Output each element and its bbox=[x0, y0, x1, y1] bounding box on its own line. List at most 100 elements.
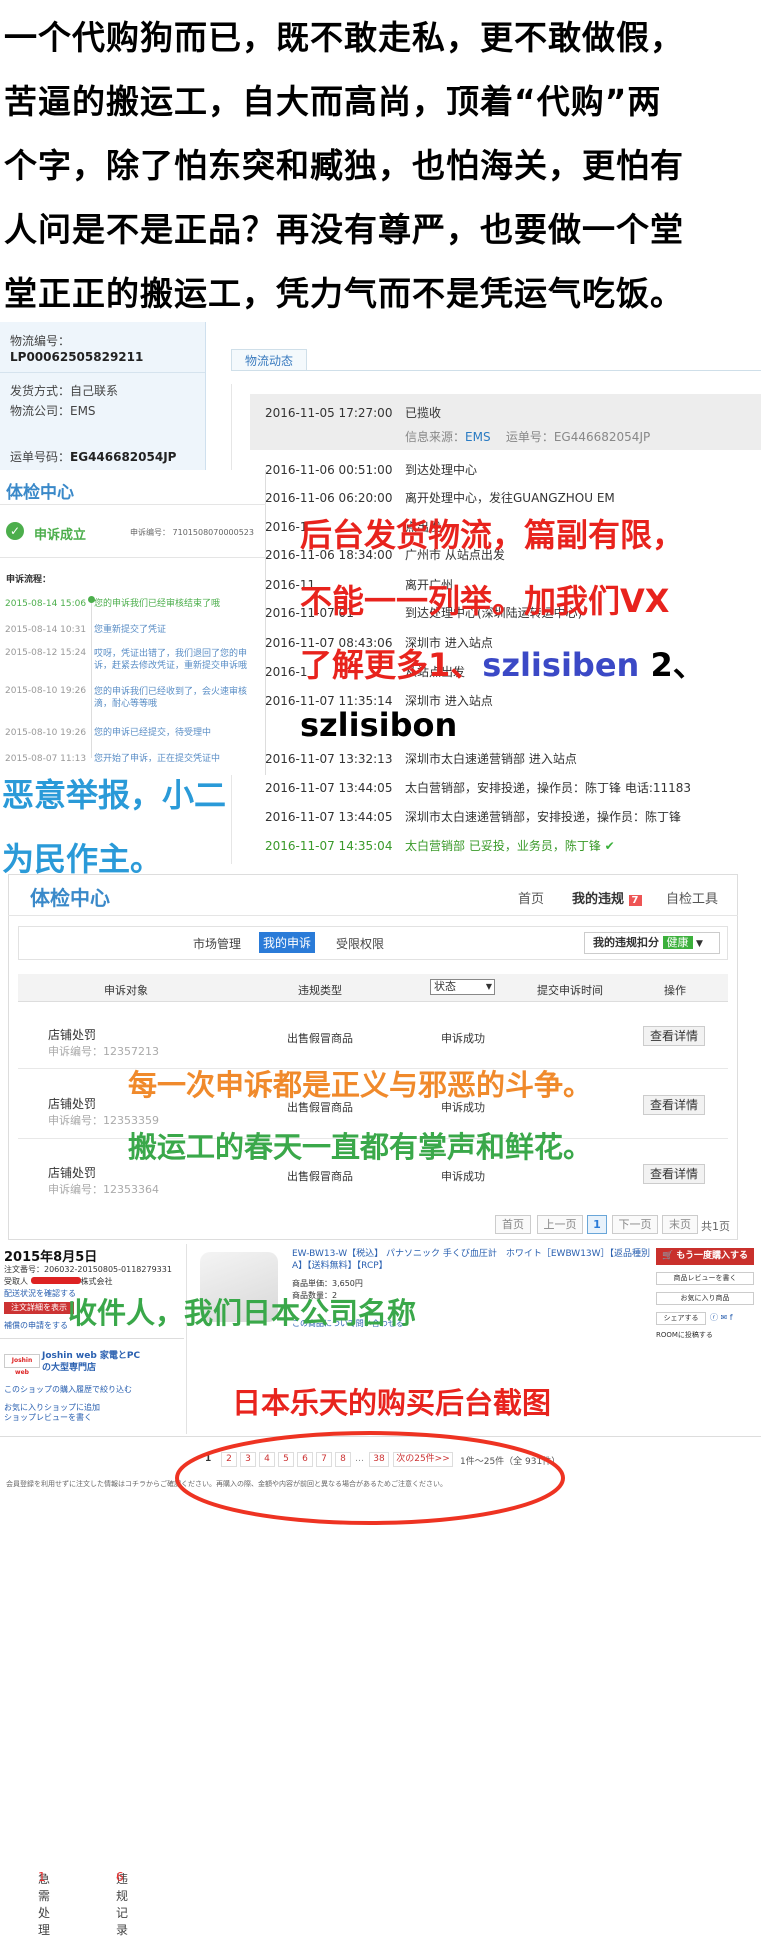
redacted-mark bbox=[30, 1277, 81, 1284]
row-obj: 店铺处罚 bbox=[48, 1028, 97, 1042]
tab-market[interactable]: 市场管理 bbox=[193, 935, 241, 952]
order-no: 注文番号：206032-20150805-0118279331 bbox=[4, 1265, 172, 1274]
appeal-status: 申诉成立 bbox=[34, 528, 87, 543]
timeline-item: 2015-08-14 10:31 您重新提交了凭证 bbox=[5, 625, 167, 635]
intro-line: 堂正正的搬运工，凭力气而不是凭运气吃饭。 bbox=[4, 274, 684, 313]
shop-name-2[interactable]: の大型専門店 bbox=[42, 1360, 96, 1373]
compensation-link[interactable]: 補償の申請をする bbox=[4, 1320, 68, 1331]
row-type: 出售假冒商品 bbox=[287, 1170, 353, 1183]
cart-icon: 🛒 bbox=[661, 1251, 674, 1261]
row-status: 申诉成功 bbox=[441, 1032, 485, 1045]
ship-method: 发货方式：自己联系 bbox=[10, 384, 119, 398]
delivery-link[interactable]: 配送状況を確認する bbox=[4, 1288, 76, 1299]
overlay-blue-1: 恶意举报，小二 bbox=[2, 776, 227, 814]
score-dropdown[interactable]: 我的违规扣分 健康 ▼ bbox=[584, 932, 720, 954]
pager-next[interactable]: 下一页 bbox=[612, 1215, 658, 1234]
pager-last[interactable]: 末页 bbox=[662, 1215, 698, 1234]
overlay-green: 搬运工的春天一直都有掌声和鲜花。 bbox=[128, 1130, 593, 1164]
highlight-ellipse bbox=[175, 1431, 565, 1525]
timeline-item: 2015-08-14 15:06 您的申诉我们已经审核结束了哦 bbox=[5, 599, 221, 609]
pager-total: 共1页 bbox=[701, 1220, 730, 1233]
product-price: 商品単価：3,650円 bbox=[292, 1279, 363, 1288]
view-detail-button[interactable]: 查看详情 bbox=[643, 1164, 705, 1184]
tab-my-appeals[interactable]: 我的申诉 bbox=[259, 932, 316, 953]
nav-violations[interactable]: 我的违规 7 bbox=[572, 888, 642, 907]
status-select[interactable]: 状态 ▼ bbox=[430, 979, 495, 995]
logistics-company: 物流公司：EMS bbox=[10, 404, 96, 418]
chevron-down-icon: ▼ bbox=[485, 982, 492, 991]
timeline-item: 2015-08-10 19:26 您的申诉我们已经收到了，会火速审核滴，耐心等等哦 bbox=[5, 686, 248, 709]
violations-count-badge: 7 bbox=[628, 895, 642, 906]
divider bbox=[8, 915, 738, 916]
tracking-row: 2016-11-05 17:27:00 已揽收 bbox=[265, 406, 442, 420]
overlay-vx2: szlisibon bbox=[300, 706, 458, 744]
nav-home[interactable]: 首页 bbox=[518, 888, 544, 907]
tracking-row-delivered: 2016-11-07 14:35:04 太白营销部 已妥投，业务员，陈丁锋 ✔ bbox=[265, 839, 615, 853]
row-no: 申诉编号：12357213 bbox=[48, 1045, 159, 1058]
row-status: 申诉成功 bbox=[441, 1170, 485, 1183]
chevron-down-icon: ▼ bbox=[696, 939, 703, 949]
intro-line: 一个代购狗而已，既不敢走私，更不敢做假， bbox=[4, 18, 684, 57]
appeal-no: 申诉编号： 7101508070000523 bbox=[130, 528, 254, 537]
divider bbox=[0, 372, 205, 373]
tab-logistics-status[interactable]: 物流动态 bbox=[231, 349, 307, 371]
tab-restricted[interactable]: 受限权限 bbox=[336, 935, 384, 952]
intro-line: 人问是不是正品？再没有尊严，也要做一个堂 bbox=[4, 210, 684, 249]
shop-review-link[interactable]: ショップレビューを書く bbox=[4, 1412, 92, 1423]
tracking-row: 2016-11-07 13:32:13 深圳市太白速递营销部 进入站点 bbox=[265, 752, 577, 766]
waybill-row: 运单号码：EG446682054JP bbox=[10, 448, 176, 465]
divider bbox=[0, 557, 266, 558]
order-detail-button[interactable]: 注文詳細を表示 bbox=[4, 1302, 74, 1314]
pager-first[interactable]: 首页 bbox=[495, 1215, 531, 1234]
product-title[interactable]: EW-BW13-W【税込】 パナソニック 手くび血圧計 ホワイト［EWBW13W… bbox=[292, 1248, 656, 1272]
order-date: 2015年8月5日 bbox=[4, 1250, 98, 1265]
shop-history-link[interactable]: このショップの購入履歴で絞り込む bbox=[4, 1384, 132, 1395]
logistics-no-value: LP00062505829211 bbox=[10, 350, 144, 364]
view-detail-button[interactable]: 查看详情 bbox=[643, 1026, 705, 1046]
tab-underline bbox=[231, 370, 761, 371]
shop-logo: Joshin web bbox=[4, 1354, 40, 1376]
room-button[interactable]: ROOMに投稿する bbox=[656, 1330, 754, 1343]
receiver: 受取人 株式会社 bbox=[4, 1277, 113, 1286]
waybill-label: 运单号码： bbox=[10, 450, 71, 464]
timeline-item: 2015-08-12 15:24 哎呀，凭证出错了，我们退回了您的申诉，赶紧去修改… bbox=[5, 648, 248, 671]
timeline-item: 2015-08-07 11:13 您开始了申诉，正在提交凭证中 bbox=[5, 754, 221, 764]
overlay-red-1: 后台发货物流，篇副有限， bbox=[300, 516, 685, 554]
intro-line: 苦逼的搬运工，自大而高尚，顶着“代购”两 bbox=[4, 82, 662, 121]
row-no: 申诉编号：12353364 bbox=[48, 1183, 159, 1196]
tracking-row: 2016-11-07 13:44:05 太白营销部，安排投递，操作员：陈丁锋 电话… bbox=[265, 781, 692, 795]
success-icon: ✓ bbox=[6, 522, 24, 540]
overlay-green-2: 收件人，我们日本公司名称 bbox=[68, 1296, 417, 1330]
col-time: 提交申诉时间 bbox=[537, 984, 603, 997]
pager-prev[interactable]: 上一页 bbox=[537, 1215, 583, 1234]
timeline-item: 2015-08-10 19:26 您的申诉已经提交，待受理中 bbox=[5, 728, 212, 738]
overlay-red-2: 不能一一列举。加我们VX bbox=[300, 582, 670, 620]
panel2-title: 体检中心 bbox=[30, 886, 110, 910]
write-review-button[interactable]: 商品レビューを書く bbox=[656, 1272, 754, 1285]
col-type: 违规类型 bbox=[298, 984, 342, 997]
view-detail-button[interactable]: 查看详情 bbox=[643, 1095, 705, 1115]
pager-current[interactable]: 1 bbox=[587, 1215, 607, 1234]
row-obj: 店铺处罚 bbox=[48, 1097, 97, 1111]
flow-label: 申诉流程： bbox=[6, 575, 52, 585]
overlay-red-bottom: 日本乐天的购买后台截图 bbox=[232, 1386, 552, 1420]
logistics-no-label: 物流编号： bbox=[10, 334, 71, 348]
logistics-info: 物流编号： LP00062505829211 发货方式：自己联系 物流公司：EM… bbox=[0, 322, 206, 472]
divider bbox=[0, 1338, 184, 1339]
share-button[interactable]: シェアする bbox=[656, 1312, 706, 1325]
social-icons[interactable]: ⓡ ✉ f bbox=[710, 1312, 754, 1325]
favorite-button[interactable]: お気に入り商品 bbox=[656, 1292, 754, 1305]
tracking-row: 2016-11-06 00:51:00 到达处理中心 bbox=[265, 463, 478, 477]
divider bbox=[0, 504, 266, 505]
check-icon: ✔ bbox=[604, 839, 615, 853]
divider bbox=[186, 1244, 187, 1434]
buy-again-button[interactable]: 🛒 もう一度購入する bbox=[656, 1248, 754, 1265]
intro-text: 一个代购狗而已，既不敢走私，更不敢做假， 苦逼的搬运工，自大而高尚，顶着“代购”… bbox=[4, 6, 756, 326]
waybill-value: EG446682054JP bbox=[70, 450, 177, 464]
nav-tools[interactable]: 自检工具 bbox=[666, 888, 718, 907]
tracking-source: 信息来源：EMS 运单号：EG446682054JP bbox=[405, 430, 651, 444]
overlay-vx-line: 了解更多1、szlisiben 2、 bbox=[300, 646, 705, 684]
row-obj: 店铺处罚 bbox=[48, 1166, 97, 1180]
health-badge: 健康 bbox=[662, 936, 693, 949]
row-type: 出售假冒商品 bbox=[287, 1032, 353, 1045]
